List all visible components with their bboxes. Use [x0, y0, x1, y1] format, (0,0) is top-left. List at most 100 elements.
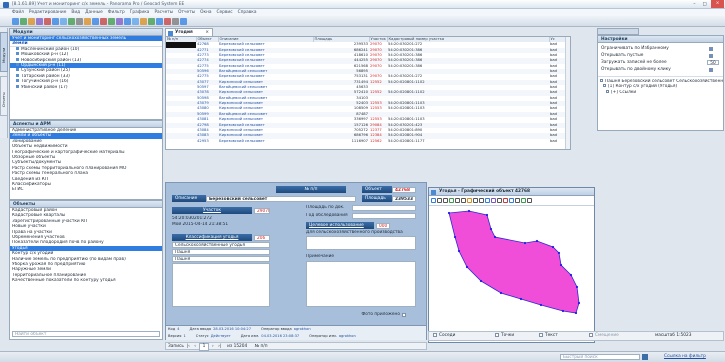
text-checkbox[interactable] — [539, 332, 543, 337]
polygon-vertex[interactable] — [535, 239, 539, 243]
toolbar-icon[interactable] — [156, 18, 163, 25]
prev-page-button[interactable]: ‹ — [193, 344, 198, 350]
settings-checkbox[interactable] — [709, 46, 713, 51]
map-tool-icon[interactable] — [455, 197, 460, 203]
toolbar-icon[interactable] — [92, 18, 99, 25]
close-button[interactable]: × — [711, 0, 724, 8]
polygon-vertex[interactable] — [489, 227, 493, 231]
settings-value-input[interactable]: 50 — [707, 60, 719, 66]
polygon-vertex[interactable] — [575, 285, 579, 289]
menu-item[interactable]: Файл — [12, 9, 24, 16]
area-doc-input[interactable] — [352, 205, 416, 211]
polygon-vertex[interactable] — [479, 279, 483, 283]
menu-item[interactable]: Окна — [200, 9, 211, 16]
toolbar-icon[interactable] — [124, 18, 131, 25]
purpose-label[interactable]: Целевое использование — [306, 222, 374, 229]
settings-checkbox[interactable] — [709, 53, 713, 58]
map-tool-icon[interactable] — [527, 197, 532, 203]
map-tool-icon[interactable] — [431, 197, 436, 203]
area-value[interactable]: 239533 — [392, 195, 416, 202]
map-tool-icon[interactable] — [437, 197, 442, 203]
pashnya-label[interactable]: Пашня — [172, 249, 270, 255]
toolbar-icon[interactable] — [172, 18, 179, 25]
polygon-vertex[interactable] — [559, 263, 563, 267]
table-row[interactable]: 42953 Березовский сельсовет 1116907 12562 54… — [166, 139, 570, 144]
toolbar-icon[interactable] — [68, 18, 75, 25]
menu-item[interactable]: Графика — [130, 9, 150, 16]
scale-value[interactable]: 1:5023 — [676, 333, 691, 338]
menu-item[interactable]: Справка — [238, 9, 257, 16]
menu-item[interactable]: Сервис — [217, 9, 233, 16]
polygon-vertex[interactable] — [485, 213, 489, 217]
quick-search-input[interactable]: Быстрый поиск — [560, 354, 640, 360]
toolbar-icon[interactable] — [28, 18, 35, 25]
settings-tree-item[interactable]: [+] Ссылки — [598, 89, 723, 95]
menu-item[interactable]: Фильтр — [108, 9, 125, 16]
toolbar-icon[interactable] — [52, 18, 59, 25]
record-number-input[interactable]: 1 — [199, 343, 210, 351]
map-tool-icon[interactable] — [485, 197, 490, 203]
polygon-vertex[interactable] — [539, 303, 543, 307]
polygon-vertex[interactable] — [453, 235, 457, 239]
menu-item[interactable]: Редактирование — [29, 9, 67, 16]
tree-item[interactable]: Убинский район (17) — [10, 84, 162, 90]
map-canvas[interactable] — [429, 207, 594, 331]
polygon-vertex[interactable] — [447, 211, 451, 215]
purpose-code[interactable]: 000 — [376, 222, 390, 229]
toolbar-icon[interactable] — [116, 18, 123, 25]
pashnya-value[interactable]: Пашня — [172, 256, 270, 262]
map-tool-icon[interactable] — [497, 197, 502, 203]
polygon-vertex[interactable] — [569, 273, 573, 277]
polygon-vertex[interactable] — [457, 249, 461, 253]
map-tool-icon[interactable] — [479, 197, 484, 203]
map-tool-icon[interactable] — [461, 197, 466, 203]
note-textarea[interactable] — [306, 261, 416, 307]
maximize-button[interactable]: □ — [700, 1, 709, 8]
toolbar-icon[interactable] — [132, 18, 139, 25]
map-tool-icon[interactable] — [467, 197, 472, 203]
polygon-vertex[interactable] — [467, 209, 471, 213]
polygon-vertex[interactable] — [557, 251, 561, 255]
toolbar-icon[interactable] — [12, 18, 19, 25]
plot-label[interactable]: Участок — [172, 207, 252, 214]
toolbar-icon[interactable] — [108, 18, 115, 25]
next-page-button[interactable]: › — [210, 344, 215, 350]
tab-modules[interactable]: Модули — [0, 32, 8, 72]
survey-input[interactable] — [352, 213, 416, 219]
map-tool-icon[interactable] — [515, 197, 520, 203]
classifier-code[interactable]: 206 — [254, 234, 270, 241]
settings-tab[interactable] — [597, 28, 639, 35]
shift-checkbox[interactable] — [589, 332, 593, 337]
object-value[interactable]: 42768 — [392, 186, 416, 193]
polygon-vertex[interactable] — [551, 245, 555, 249]
map-tool-icon[interactable] — [473, 197, 478, 203]
desc-value[interactable]: Березовский сельсовет — [206, 195, 356, 202]
settings-checkbox[interactable] — [709, 67, 713, 72]
points-checkbox[interactable] — [495, 332, 499, 337]
map-tool-icon[interactable] — [509, 197, 514, 203]
map-tool-icon[interactable] — [449, 197, 454, 203]
vertical-scrollbar[interactable] — [565, 37, 570, 149]
last-page-button[interactable]: ›| — [217, 344, 223, 350]
polygon-vertex[interactable] — [519, 297, 523, 301]
toolbar-icon[interactable] — [180, 18, 187, 25]
object-search-input[interactable]: Найти объект — [12, 331, 160, 337]
toolbar-icon[interactable] — [148, 18, 155, 25]
menu-item[interactable]: Данные — [85, 9, 103, 16]
left-notes-box[interactable] — [172, 263, 270, 307]
minimize-button[interactable]: – — [690, 1, 699, 8]
layer-item[interactable]: ЕГИС — [10, 187, 162, 192]
polygon-vertex[interactable] — [574, 311, 578, 315]
purpose-box[interactable] — [306, 236, 416, 250]
map-tool-icon[interactable] — [503, 197, 508, 203]
toolbar-icon[interactable] — [140, 18, 147, 25]
polygon-vertex[interactable] — [499, 291, 503, 295]
polygon-vertex[interactable] — [493, 235, 497, 239]
map-tool-icon[interactable] — [521, 197, 526, 203]
classifier-value[interactable]: Сельскохозяйственные угодья — [172, 242, 270, 248]
classifier-label[interactable]: Классификация угодья — [172, 234, 252, 241]
first-page-button[interactable]: |‹ — [185, 344, 191, 350]
toolbar-icon[interactable] — [100, 18, 107, 25]
polygon-vertex[interactable] — [523, 241, 527, 245]
toolbar-icon[interactable] — [164, 18, 171, 25]
